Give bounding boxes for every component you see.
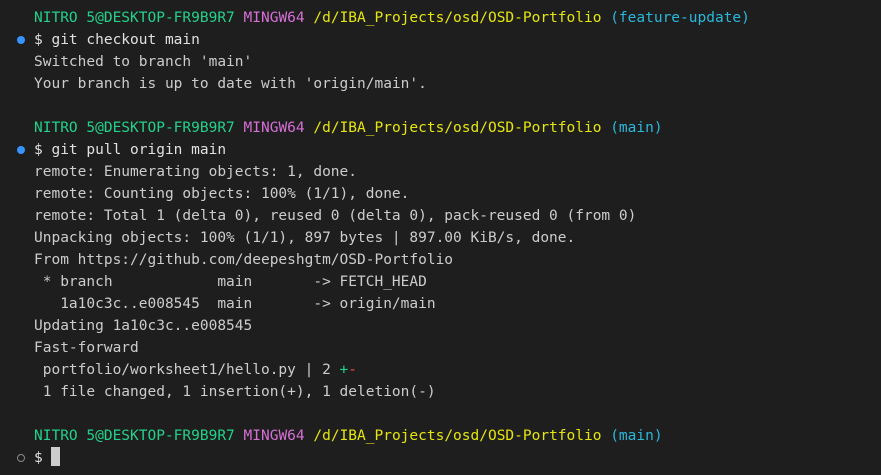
output-line: From https://github.com/deepeshgtm/OSD-P… [34,252,454,268]
output-line: Fast-forward [34,340,139,356]
output-line: Unpacking objects: 100% (1/1), 897 bytes… [34,230,576,246]
diffstat-plus: + [339,362,349,378]
prompt-line: NITRO 5@DESKTOP-FR9B9R7 MINGW64 /d/IBA_P… [0,425,881,447]
prompt-line: NITRO 5@DESKTOP-FR9B9R7 MINGW64 /d/IBA_P… [0,117,881,139]
command-text: $ git checkout main [34,32,200,48]
diffstat-file: portfolio/worksheet1/hello.py | 2 [34,362,340,378]
command-text: $ git pull origin main [34,142,227,158]
output-line: remote: Counting objects: 100% (1/1), do… [34,186,410,202]
output-line: remote: Total 1 (delta 0), reused 0 (del… [34,208,637,224]
prompt-path: /d/IBA_Projects/osd/OSD-Portfolio [313,120,602,136]
prompt-path: /d/IBA_Projects/osd/OSD-Portfolio [313,10,602,26]
prompt-branch: (main) [610,120,663,136]
output-line: remote: Enumerating objects: 1, done. [34,164,358,180]
prompt-host: NITRO 5@DESKTOP-FR9B9R7 [34,10,235,26]
text-cursor[interactable] [51,447,61,466]
prompt-branch: (feature-update) [610,10,750,26]
command-success-icon[interactable] [17,36,25,44]
prompt-host: NITRO 5@DESKTOP-FR9B9R7 [34,120,235,136]
prompt-system: MINGW64 [243,428,305,444]
prompt-system: MINGW64 [243,10,305,26]
command-pending-icon[interactable] [17,454,25,462]
prompt-host: NITRO 5@DESKTOP-FR9B9R7 [34,428,235,444]
output-line: Your branch is up to date with 'origin/m… [34,76,427,92]
diffstat-minus: - [348,362,358,378]
diffstat-summary: 1 file changed, 1 insertion(+), 1 deleti… [34,384,436,400]
prompt-path: /d/IBA_Projects/osd/OSD-Portfolio [313,428,602,444]
terminal[interactable]: NITRO 5@DESKTOP-FR9B9R7 MINGW64 /d/IBA_P… [0,0,881,475]
output-line: * branch main -> FETCH_HEAD [34,274,427,290]
prompt-symbol: $ [34,450,52,466]
command-line: $ git checkout main [0,29,881,51]
diffstat-line: portfolio/worksheet1/hello.py | 2 +- [0,359,881,381]
prompt-line: NITRO 5@DESKTOP-FR9B9R7 MINGW64 /d/IBA_P… [0,7,881,29]
output-line: Updating 1a10c3c..e008545 [34,318,253,334]
command-line: $ git pull origin main [0,139,881,161]
prompt-system: MINGW64 [243,120,305,136]
input-line[interactable]: $ [0,447,881,469]
output-line: Switched to branch 'main' [34,54,253,70]
command-success-icon[interactable] [17,146,25,154]
prompt-branch: (main) [610,428,663,444]
output-line: 1a10c3c..e008545 main -> origin/main [34,296,436,312]
